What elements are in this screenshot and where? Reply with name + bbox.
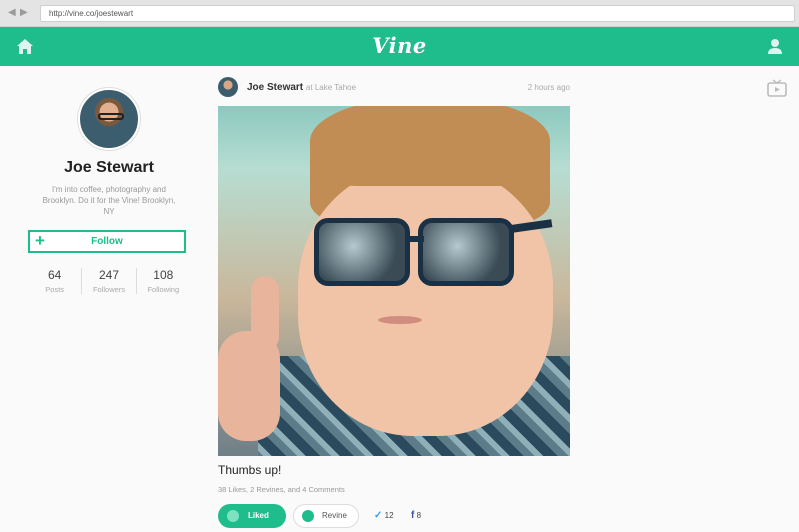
- stat-followers[interactable]: 247 Followers: [81, 268, 135, 294]
- back-arrow-icon[interactable]: ◀: [8, 8, 18, 18]
- browser-toolbar: ◀ ▶ http://vine.co/joestewart: [0, 0, 799, 27]
- stat-label: Following: [147, 285, 180, 294]
- plus-icon: +: [35, 231, 45, 250]
- app-header: Vine: [0, 27, 799, 66]
- profile-bio: I'm into coffee, photography and Brookly…: [42, 185, 176, 216]
- profile-card: Joe Stewart I'm into coffee, photography…: [28, 88, 190, 294]
- liked-label: Liked: [248, 511, 269, 520]
- liked-button[interactable]: Liked: [218, 504, 286, 528]
- stat-posts[interactable]: 64 Posts: [28, 268, 81, 294]
- revine-label: Revine: [322, 511, 347, 520]
- post-header: Joe Stewart at Lake Tahoe 2 hours ago: [218, 77, 570, 97]
- profile-stats: 64 Posts 247 Followers 108 Following: [28, 268, 190, 294]
- post-video[interactable]: [218, 106, 570, 456]
- user-icon[interactable]: [767, 38, 783, 55]
- facebook-share-button[interactable]: f 8: [411, 510, 421, 521]
- vine-logo[interactable]: Vine: [0, 33, 799, 58]
- stat-value: 247: [98, 268, 119, 282]
- post-engagement-counts[interactable]: 38 Likes, 2 Revines, and 4 Comments: [218, 485, 345, 494]
- post-timestamp: 2 hours ago: [527, 83, 570, 92]
- post-author-avatar[interactable]: [218, 77, 238, 97]
- follow-label: Follow: [91, 236, 123, 247]
- twitter-share-button[interactable]: ✓ 12: [374, 510, 394, 521]
- twitter-count: 12: [384, 511, 394, 520]
- profile-name: Joe Stewart: [64, 159, 154, 176]
- tv-icon[interactable]: [767, 79, 787, 97]
- stat-value: 64: [47, 268, 62, 282]
- post-author-name[interactable]: Joe Stewart: [247, 82, 303, 93]
- post-location[interactable]: at Lake Tahoe: [306, 83, 356, 92]
- post-actions: Liked Revine ✓ 12 f 8: [218, 504, 570, 528]
- avatar[interactable]: [78, 88, 140, 150]
- stat-following[interactable]: 108 Following: [135, 268, 190, 294]
- revine-icon: [302, 510, 314, 522]
- smiley-icon: [227, 510, 239, 522]
- post-author[interactable]: Joe Stewart at Lake Tahoe: [247, 82, 356, 93]
- twitter-icon: ✓: [374, 510, 383, 521]
- stat-label: Posts: [45, 285, 65, 294]
- facebook-icon: f: [411, 510, 415, 521]
- address-bar[interactable]: http://vine.co/joestewart: [40, 5, 795, 22]
- stat-label: Followers: [92, 285, 126, 294]
- follow-button[interactable]: + Follow: [28, 230, 186, 253]
- facebook-count: 8: [416, 511, 422, 520]
- revine-button[interactable]: Revine: [293, 504, 359, 528]
- post-caption: Thumbs up!: [218, 463, 282, 477]
- stat-value: 108: [153, 268, 174, 282]
- forward-arrow-icon[interactable]: ▶: [20, 8, 30, 18]
